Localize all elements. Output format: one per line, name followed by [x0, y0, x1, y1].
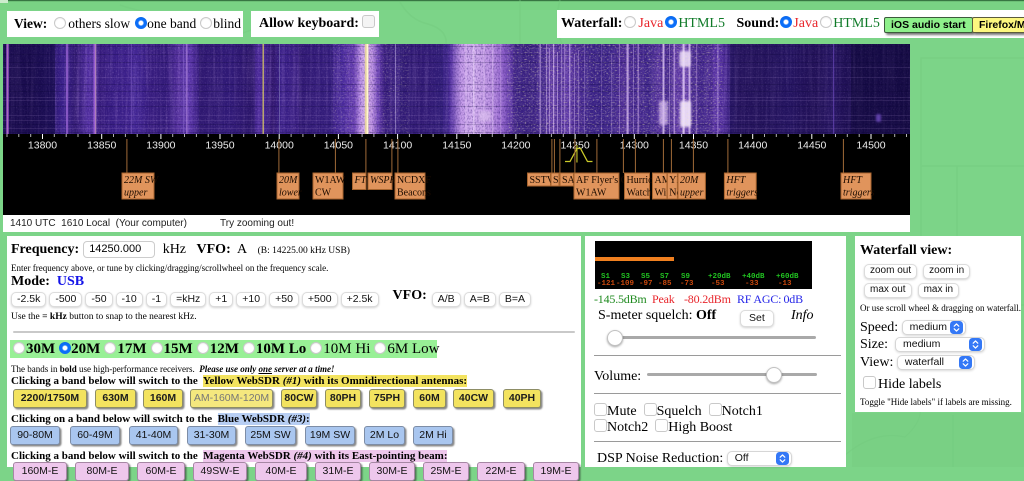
svg-text:lower: lower: [279, 188, 302, 199]
svg-text:14400: 14400: [738, 140, 767, 152]
svg-text:FT: FT: [354, 175, 368, 186]
svg-text:20M: 20M: [279, 175, 298, 186]
svg-text:14200: 14200: [501, 140, 530, 152]
svg-text:NCDXF: NCDXF: [397, 175, 431, 186]
svg-text:CW: CW: [315, 188, 332, 199]
svg-text:Beacons: Beacons: [397, 188, 431, 199]
svg-text:14450: 14450: [797, 140, 826, 152]
svg-text:13850: 13850: [87, 140, 116, 152]
svg-text:HFT: HFT: [725, 175, 746, 186]
svg-text:upper: upper: [124, 188, 147, 199]
svg-text:22M SW: 22M SW: [124, 175, 160, 186]
svg-text:W1AW: W1AW: [576, 188, 607, 199]
svg-text:W1AW: W1AW: [315, 175, 346, 186]
svg-text:13900: 13900: [146, 140, 175, 152]
svg-text:triggers: triggers: [726, 188, 758, 199]
svg-text:14300: 14300: [620, 140, 649, 152]
svg-text:triggers: triggers: [843, 188, 875, 199]
svg-text:HFT: HFT: [842, 175, 863, 186]
svg-text:14150: 14150: [442, 140, 471, 152]
svg-text:14500: 14500: [856, 140, 885, 152]
svg-text:20M: 20M: [680, 175, 699, 186]
svg-text:WSPR: WSPR: [370, 175, 396, 186]
svg-text:13950: 13950: [205, 140, 234, 152]
svg-text:AF Flyer's C: AF Flyer's C: [576, 175, 628, 186]
svg-text:upper: upper: [680, 188, 703, 199]
svg-text:13800: 13800: [28, 140, 57, 152]
svg-text:14050: 14050: [324, 140, 353, 152]
